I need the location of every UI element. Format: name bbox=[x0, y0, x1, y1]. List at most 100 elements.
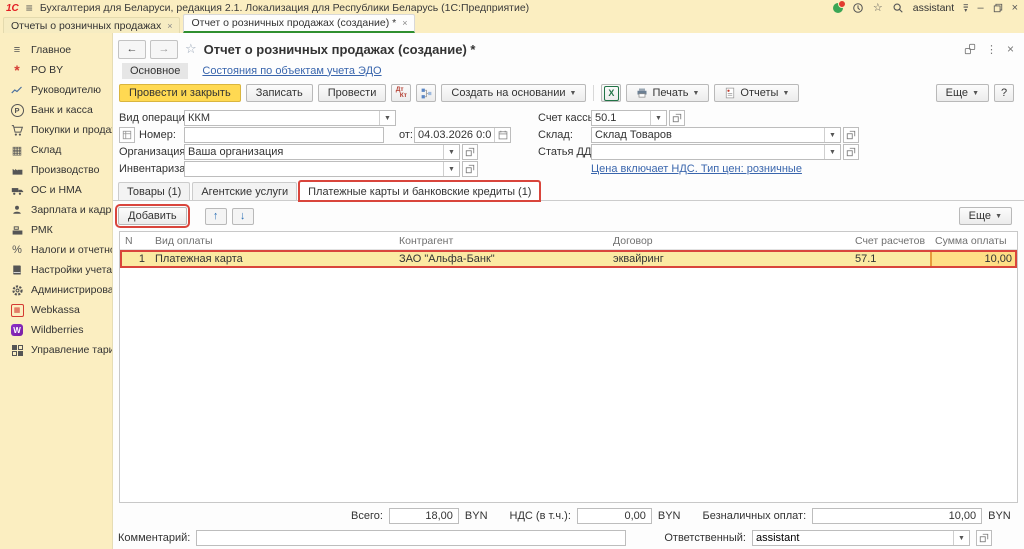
get-link-icon[interactable] bbox=[964, 43, 976, 55]
operation-field[interactable]: ▼ bbox=[184, 110, 396, 126]
tab-agentskie-uslugi[interactable]: Агентские услуги bbox=[192, 182, 297, 200]
column-header-contract[interactable]: Договор bbox=[608, 235, 850, 247]
chevron-down-icon[interactable]: ▼ bbox=[443, 145, 459, 159]
inventory-field[interactable]: ▼ bbox=[184, 161, 460, 177]
sidebar-item-sklad[interactable]: ▦Склад bbox=[0, 140, 112, 160]
reports-button[interactable]: Отчеты▼ bbox=[714, 84, 799, 102]
favorites-star-icon[interactable]: ☆ bbox=[873, 3, 883, 14]
printer-icon bbox=[636, 87, 648, 99]
column-header-payment-type[interactable]: Вид оплаты bbox=[150, 235, 394, 247]
responsible-open-button[interactable] bbox=[976, 530, 992, 546]
sidebar-item-po-by[interactable]: *PO BY bbox=[0, 60, 112, 80]
sidebar-item-nastroyki-ucheta[interactable]: Настройки учета bbox=[0, 260, 112, 280]
cash-account-field[interactable]: ▼ bbox=[591, 110, 667, 126]
cash-register-icon bbox=[10, 223, 24, 237]
forward-button[interactable]: → bbox=[150, 40, 178, 59]
calendar-icon[interactable] bbox=[494, 128, 510, 142]
close-button[interactable]: × bbox=[1012, 3, 1018, 14]
sidebar-item-webkassa[interactable]: ▦Webkassa bbox=[0, 300, 112, 320]
history-icon[interactable] bbox=[852, 2, 864, 14]
chevron-down-icon[interactable]: ▼ bbox=[650, 111, 666, 125]
sidebar-item-bank-i-kassa[interactable]: PБанк и касса bbox=[0, 100, 112, 120]
chevron-down-icon[interactable]: ▼ bbox=[824, 128, 840, 142]
vat-price-type-link[interactable]: Цена включает НДС. Тип цен: розничные bbox=[591, 163, 802, 175]
cell-amount[interactable]: 10,00 bbox=[930, 250, 1017, 268]
cash-account-open-button[interactable] bbox=[669, 110, 685, 126]
column-header-account[interactable]: Счет расчетов bbox=[850, 235, 930, 247]
inventory-open-button[interactable] bbox=[462, 161, 478, 177]
document-structure-button[interactable] bbox=[416, 84, 436, 102]
column-header-counterparty[interactable]: Контрагент bbox=[394, 235, 608, 247]
search-icon[interactable] bbox=[892, 2, 904, 14]
create-based-on-button[interactable]: Создать на основании▼ bbox=[441, 84, 586, 102]
sidebar-item-nalogi[interactable]: %Налоги и отчетность bbox=[0, 240, 112, 260]
number-field[interactable] bbox=[184, 127, 384, 143]
excel-export-button[interactable]: X bbox=[601, 84, 621, 102]
add-row-button[interactable]: Добавить bbox=[118, 207, 187, 225]
back-button[interactable]: ← bbox=[118, 40, 146, 59]
tab-close-icon[interactable]: × bbox=[402, 18, 407, 28]
table-row[interactable]: 1 Платежная карта ЗАО "Альфа-Банк" эквай… bbox=[120, 250, 1017, 268]
organization-label: Организация: bbox=[119, 144, 188, 160]
warehouse-icon: ▦ bbox=[10, 143, 24, 157]
sidebar-item-zarplata-i-kadry[interactable]: Зарплата и кадры bbox=[0, 200, 112, 220]
sidebar-item-glavnoe[interactable]: ≡Главное bbox=[0, 40, 112, 60]
date-field[interactable] bbox=[414, 127, 511, 143]
sidebar-item-administrirovanie[interactable]: Администрирование bbox=[0, 280, 112, 300]
cell-n[interactable]: 1 bbox=[120, 253, 150, 265]
number-settings-button[interactable] bbox=[119, 127, 135, 143]
edo-states-link[interactable]: Состояния по объектам учета ЭДО bbox=[202, 65, 381, 77]
sidebar-item-upravlenie-tarifom[interactable]: Управление тарифом bbox=[0, 340, 112, 360]
column-header-n[interactable]: N bbox=[120, 235, 150, 247]
responsible-field[interactable]: ▼ bbox=[752, 530, 970, 546]
organization-open-button[interactable] bbox=[462, 144, 478, 160]
help-button[interactable]: ? bbox=[994, 84, 1014, 102]
tab-close-icon[interactable]: × bbox=[167, 21, 172, 31]
notifications-icon[interactable] bbox=[833, 3, 843, 13]
close-form-icon[interactable]: × bbox=[1007, 42, 1014, 56]
sidebar-item-proizvodstvo[interactable]: Производство bbox=[0, 160, 112, 180]
chevron-down-icon[interactable]: ▼ bbox=[443, 162, 459, 176]
favorite-star-icon[interactable]: ☆ bbox=[185, 41, 197, 57]
dds-item-field[interactable]: ▼ bbox=[591, 144, 841, 160]
minimize-button[interactable]: – bbox=[977, 3, 983, 14]
comment-field[interactable] bbox=[196, 530, 626, 546]
chevron-down-icon[interactable]: ▼ bbox=[824, 145, 840, 159]
restore-button[interactable] bbox=[993, 3, 1003, 13]
sidebar-item-pokupki-i-prodazhi[interactable]: Покупки и продажи bbox=[0, 120, 112, 140]
main-menu-icon[interactable]: ≡ bbox=[26, 3, 33, 13]
table-more-button[interactable]: Еще▼ bbox=[959, 207, 1012, 225]
cell-account[interactable]: 57.1 bbox=[850, 253, 930, 265]
print-button[interactable]: Печать▼ bbox=[626, 84, 709, 102]
dds-item-open-button[interactable] bbox=[843, 144, 859, 160]
tab-payment-cards[interactable]: Платежные карты и банковские кредиты (1) bbox=[299, 181, 540, 201]
dt-kt-button[interactable]: ДтКт bbox=[391, 84, 411, 102]
organization-field[interactable]: ▼ bbox=[184, 144, 460, 160]
move-row-up-button[interactable]: ↑ bbox=[205, 208, 227, 225]
sidebar-item-rmk[interactable]: РМК bbox=[0, 220, 112, 240]
current-user[interactable]: assistant bbox=[913, 2, 954, 14]
post-and-close-button[interactable]: Провести и закрыть bbox=[119, 84, 241, 102]
form-more-button[interactable]: Еще▼ bbox=[936, 84, 989, 102]
tab-retail-reports-list[interactable]: Отчеты о розничных продажах × bbox=[3, 17, 180, 33]
tab-retail-report-new[interactable]: Отчет о розничных продажах (создание) * … bbox=[183, 14, 415, 33]
more-menu-icon[interactable]: ⋮ bbox=[986, 43, 997, 56]
table-empty-area[interactable] bbox=[120, 268, 1017, 502]
cell-counterparty[interactable]: ЗАО "Альфа-Банк" bbox=[394, 253, 608, 265]
column-header-amount[interactable]: Сумма оплаты bbox=[930, 235, 1017, 247]
cell-payment-type[interactable]: Платежная карта bbox=[150, 253, 394, 265]
cell-contract[interactable]: эквайринг bbox=[608, 253, 850, 265]
chevron-down-icon[interactable]: ▼ bbox=[953, 531, 969, 545]
write-button[interactable]: Записать bbox=[246, 84, 313, 102]
settings-menu-icon[interactable]: ≡▾ bbox=[963, 3, 968, 14]
chevron-down-icon[interactable]: ▼ bbox=[379, 111, 395, 125]
tab-tovary[interactable]: Товары (1) bbox=[118, 182, 190, 200]
sidebar-item-rukovoditelyu[interactable]: Руководителю bbox=[0, 80, 112, 100]
post-button[interactable]: Провести bbox=[318, 84, 387, 102]
warehouse-open-button[interactable] bbox=[843, 127, 859, 143]
move-row-down-button[interactable]: ↓ bbox=[232, 208, 254, 225]
sidebar-item-wildberries[interactable]: WWildberries bbox=[0, 320, 112, 340]
warehouse-field[interactable]: ▼ bbox=[591, 127, 841, 143]
sidebar-item-os-i-nma[interactable]: ОС и НМА bbox=[0, 180, 112, 200]
nav-main-tab[interactable]: Основное bbox=[122, 63, 188, 79]
